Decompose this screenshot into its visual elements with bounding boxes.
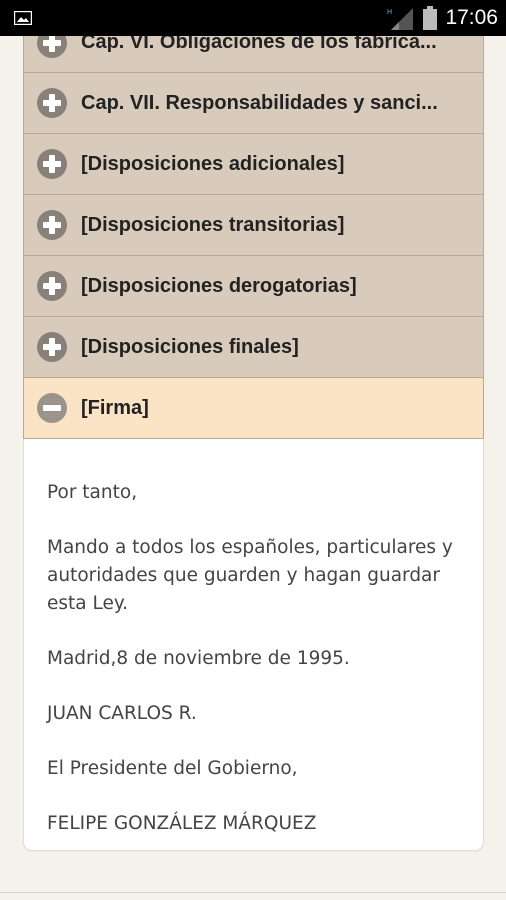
- section-disposiciones-finales[interactable]: [Disposiciones finales]: [23, 317, 484, 378]
- section-cap-vii[interactable]: Cap. VII. Responsabilidades y sanci...: [23, 73, 484, 134]
- section-label: [Disposiciones transitorias]: [81, 213, 345, 236]
- plus-circle-icon: [37, 149, 67, 179]
- section-label: Cap. VII. Responsabilidades y sanci...: [81, 91, 438, 114]
- plus-circle-icon: [37, 210, 67, 240]
- minus-circle-icon: [37, 393, 67, 423]
- plus-circle-icon: [37, 36, 67, 58]
- section-label: Cap. VI. Obligaciones de los fabrica...: [81, 36, 437, 53]
- body-paragraph: Madrid,8 de noviembre de 1995.: [47, 648, 350, 669]
- body-paragraph: El Presidente del Gobierno,: [47, 758, 298, 779]
- section-firma-body: Por tanto, Mando a todos los españoles, …: [23, 439, 484, 851]
- section-label: [Firma]: [81, 396, 149, 419]
- section-disposiciones-derogatorias[interactable]: [Disposiciones derogatorias]: [23, 256, 484, 317]
- section-cap-vi[interactable]: Cap. VI. Obligaciones de los fabrica...: [23, 36, 484, 73]
- battery-icon: [423, 6, 438, 30]
- section-label: [Disposiciones adicionales]: [81, 152, 345, 175]
- section-label: [Disposiciones finales]: [81, 335, 299, 358]
- section-firma[interactable]: [Firma]: [23, 378, 484, 439]
- body-paragraph: Por tanto,: [47, 482, 138, 503]
- bottom-divider: [0, 892, 506, 893]
- signal-icon: H: [387, 8, 414, 30]
- plus-circle-icon: [37, 332, 67, 362]
- image-notification-icon: [14, 11, 32, 25]
- section-disposiciones-adicionales[interactable]: [Disposiciones adicionales]: [23, 134, 484, 195]
- plus-circle-icon: [37, 271, 67, 301]
- body-paragraph: JUAN CARLOS R.: [47, 703, 197, 724]
- status-bar: H 17:06: [0, 0, 506, 36]
- body-paragraph: Mando a todos los españoles, particulare…: [47, 537, 453, 614]
- section-disposiciones-transitorias[interactable]: [Disposiciones transitorias]: [23, 195, 484, 256]
- svg-text:H: H: [387, 9, 392, 16]
- law-sections-accordion: Cap. VI. Obligaciones de los fabrica... …: [23, 36, 484, 851]
- section-label: [Disposiciones derogatorias]: [81, 274, 357, 297]
- clock: 17:06: [445, 6, 498, 29]
- plus-circle-icon: [37, 88, 67, 118]
- body-paragraph: FELIPE GONZÁLEZ MÁRQUEZ: [47, 813, 317, 834]
- content-area[interactable]: Cap. VI. Obligaciones de los fabrica... …: [0, 36, 506, 900]
